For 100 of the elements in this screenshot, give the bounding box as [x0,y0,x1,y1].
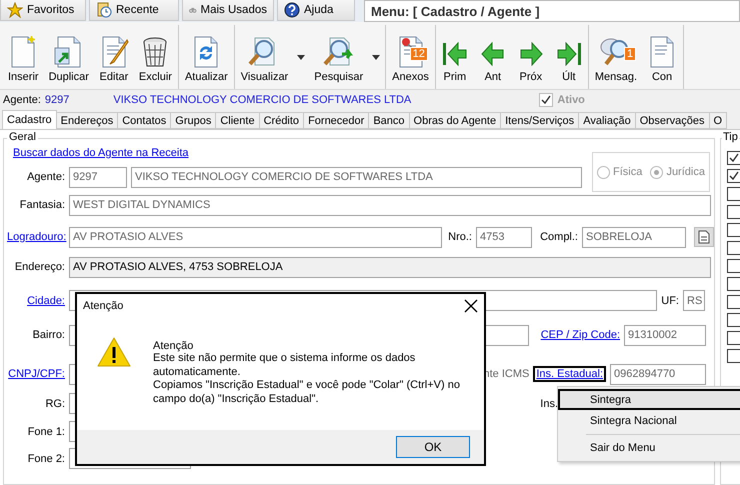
text-field[interactable]: AV PROTASIO ALVES [69,226,442,248]
toolbar-button[interactable]: Ant [478,25,507,89]
tab[interactable]: Itens/Serviços [500,112,580,129]
toolbar-button[interactable]: Mensag. 1 [594,25,638,89]
field-label: Endereço: [14,261,65,273]
tab[interactable]: Contatos [117,112,172,129]
agent-label: Agente: [3,94,41,106]
text-field[interactable]: 91310002 [624,324,706,346]
type-checkbox[interactable] [727,169,740,183]
caret-icon[interactable] [372,54,380,60]
warning-icon [97,336,131,368]
document-icon [698,230,710,244]
magnifier-arrow-icon [322,36,356,68]
menu-item[interactable]: Sintegra [558,389,740,410]
agent-code: 9297 [44,94,70,106]
count-badge: 12 [410,47,428,61]
toolbar-button[interactable]: Con [646,25,678,89]
text-field[interactable]: WEST DIGITAL DYNAMICS [69,194,711,216]
text-field[interactable]: VIKSO TECHNOLOGY COMERCIO DE SOFTWARES LTDA [131,166,582,188]
message-text: Este site não permite que o sistema informe os dados automaticamente. Copiamos "Inscrição Estadual" e você pode "Colar" (Ctrl+V) no campo do(a) "Inscrição Estadual". [153,352,460,406]
top-tab[interactable]: Ajuda [277,0,355,21]
group-title: Geral [7,131,38,143]
field-link[interactable]: Cidade: [7,294,65,306]
tab[interactable]: Avaliação [578,112,636,129]
type-checkbox[interactable] [727,277,740,291]
toolbar-button[interactable]: Próx [516,25,545,89]
toolbar-button[interactable]: Editar [98,25,130,89]
agent-name: VIKSO TECHNOLOGY COMERCIO DE SOFTWARES LTDA [113,94,412,106]
type-checkbox[interactable] [727,313,740,327]
dialog-title: Atenção [83,300,124,312]
tab[interactable]: Banco [368,112,410,129]
field-label: Fone 2: [26,452,65,464]
menu-title: Menu: [ Cadastro / Agente ] [364,0,740,22]
radio-option[interactable]: Jurídica [650,166,705,178]
type-checkbox[interactable] [727,331,740,345]
field-link[interactable]: CEP / Zip Code: [540,329,620,341]
copy-button[interactable] [694,227,714,247]
field-label: Fone 1: [26,426,65,438]
field-link[interactable]: Logradouro: [7,231,65,243]
field-label: Nro.: [447,231,472,243]
toolbar-button[interactable]: Duplicar [48,25,90,89]
search-link[interactable]: Buscar dados do Agente na Receita [13,147,189,159]
menu-item[interactable]: Sair do Menu [558,438,740,459]
toolbar-button[interactable]: Últ [554,25,583,89]
text-field[interactable]: 9297 [69,166,127,188]
toolbar-button[interactable]: Visualizar [240,25,290,89]
active-label: Ativo [557,94,585,106]
text-field[interactable]: SOBRELOJA [582,226,686,248]
tab[interactable]: Observações [634,112,710,129]
help-icon [284,2,300,18]
field-link[interactable]: Ins. Estadual: [533,366,606,382]
text-field[interactable]: 4753 [476,226,532,248]
type-checkbox[interactable] [727,295,740,309]
field-label: RG: [44,398,65,410]
group-title: Tip [722,131,739,143]
close-button[interactable] [464,299,478,313]
top-tab[interactable]: Favoritos [0,0,86,21]
radio-option[interactable]: Física [597,166,642,178]
tab[interactable]: Obras do Agente [408,112,502,129]
ok-button[interactable]: OK [396,436,470,458]
tab[interactable]: Cliente [215,112,260,129]
toolbar-button[interactable]: Atualizar [184,25,229,89]
field-label: Bairro: [32,329,65,341]
type-checkbox[interactable] [727,205,740,219]
type-checkbox[interactable] [727,151,740,165]
right-arrow-icon [518,40,544,68]
tab[interactable]: Grupos [170,112,216,129]
text-field[interactable]: AV PROTASIO ALVES, 4753 SOBRELOJA [69,256,711,278]
toolbar-button[interactable]: Inserir [7,25,40,89]
field-link[interactable]: CNPJ/CPF: [7,368,65,380]
type-checkbox[interactable] [727,259,740,273]
left-arrow-icon [480,40,506,68]
caret-icon[interactable] [297,54,306,60]
top-tab[interactable]: Recente [89,0,179,21]
wastebasket-icon [141,36,170,68]
toolbar-button[interactable]: Excluir [138,25,173,89]
type-checkbox[interactable] [727,349,740,363]
field-label: Agente: [26,171,65,183]
tab[interactable]: Cadastro [2,110,57,129]
field-label: Ins. [540,398,558,410]
toolbar-button[interactable]: Pesquisar [313,25,364,89]
text-field[interactable]: RS [683,290,705,311]
tab[interactable]: Fornecedor [303,112,370,129]
message-heading: Atenção [153,340,194,352]
star-icon [7,2,23,18]
top-tab[interactable]: Mais Usados [182,0,274,21]
text-field[interactable]: 0962894770 [610,364,706,384]
field-label: UF: [661,294,679,306]
tab[interactable]: Crédito [258,112,304,129]
menu-item[interactable]: Sintegra Nacional [558,410,740,432]
type-checkbox[interactable] [727,187,740,201]
tab[interactable]: Endereços [56,112,118,129]
checkmark-icon [541,95,552,105]
tab[interactable]: O [708,112,728,129]
toolbar-button[interactable]: Anexos 12 [391,25,430,89]
type-checkbox[interactable] [727,241,740,255]
last-arrow-icon [556,40,582,68]
type-checkbox[interactable] [727,223,740,237]
clock-document-icon [96,2,112,18]
toolbar-button[interactable]: Prim [440,25,469,89]
